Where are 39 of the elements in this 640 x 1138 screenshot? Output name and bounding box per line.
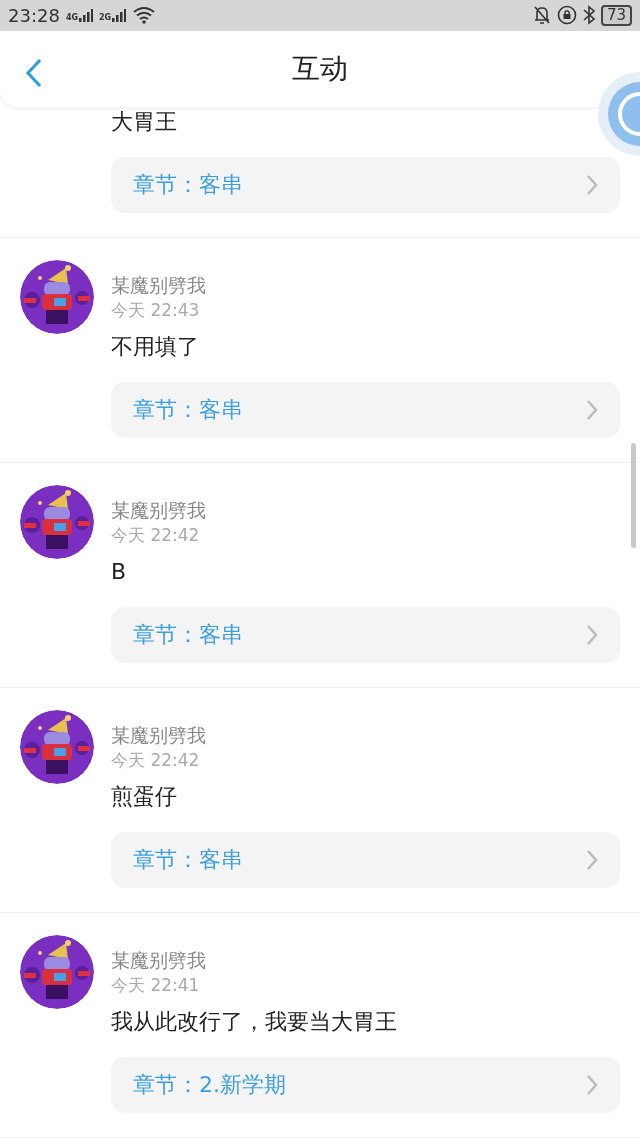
chapter-label: 章节：客串: [133, 396, 244, 424]
bluetooth-icon: [582, 5, 595, 26]
user-name: 某魔别劈我: [111, 948, 207, 973]
chapter-link[interactable]: 章节：2.新学期: [111, 1057, 620, 1113]
comment-time: 今天 22:42: [111, 524, 201, 547]
signal-icon: [112, 8, 127, 23]
chapter-link[interactable]: 章节：客串: [111, 832, 620, 888]
chapter-label: 章节：客串: [133, 846, 244, 874]
comment-text: 大胃王: [111, 108, 178, 136]
comment-time: 今天 22:43: [111, 299, 201, 322]
user-name: 某魔别劈我: [111, 498, 207, 523]
page-title: 互动: [292, 50, 348, 87]
battery-level: 73: [600, 4, 632, 26]
signal-icon: [79, 8, 93, 23]
comment-text: 我从此改行了，我要当大胃王: [111, 1008, 398, 1036]
network-type: 4G: [65, 14, 78, 23]
chapter-link[interactable]: 章节：客串: [111, 607, 620, 663]
chapter-label: 章节：客串: [133, 621, 244, 649]
comment-text: B: [111, 558, 128, 586]
chevron-right-icon: [586, 399, 598, 421]
clock: 23:28: [8, 4, 60, 26]
network-type: 2G: [99, 14, 112, 23]
chevron-right-icon: [586, 624, 598, 646]
comment-time: 今天 22:42: [111, 749, 201, 772]
chevron-right-icon: [586, 1074, 598, 1096]
comment-text: 煎蛋仔: [111, 783, 178, 811]
comment-text: 不用填了: [111, 333, 200, 361]
chapter-label: 章节：客串: [133, 171, 244, 199]
chapter-link[interactable]: 章节：客串: [111, 157, 620, 213]
rotation-lock-icon: [556, 5, 577, 26]
wifi-icon: [132, 6, 157, 25]
user-name: 某魔别劈我: [111, 723, 207, 748]
chapter-label: 章节：2.新学期: [133, 1071, 287, 1099]
chevron-right-icon: [586, 174, 598, 196]
chapter-link[interactable]: 章节：客串: [111, 382, 620, 438]
mute-bell-icon: [532, 5, 551, 26]
chevron-right-icon: [586, 849, 598, 871]
user-name: 某魔别劈我: [111, 273, 207, 298]
comment-time: 今天 22:41: [111, 974, 201, 997]
